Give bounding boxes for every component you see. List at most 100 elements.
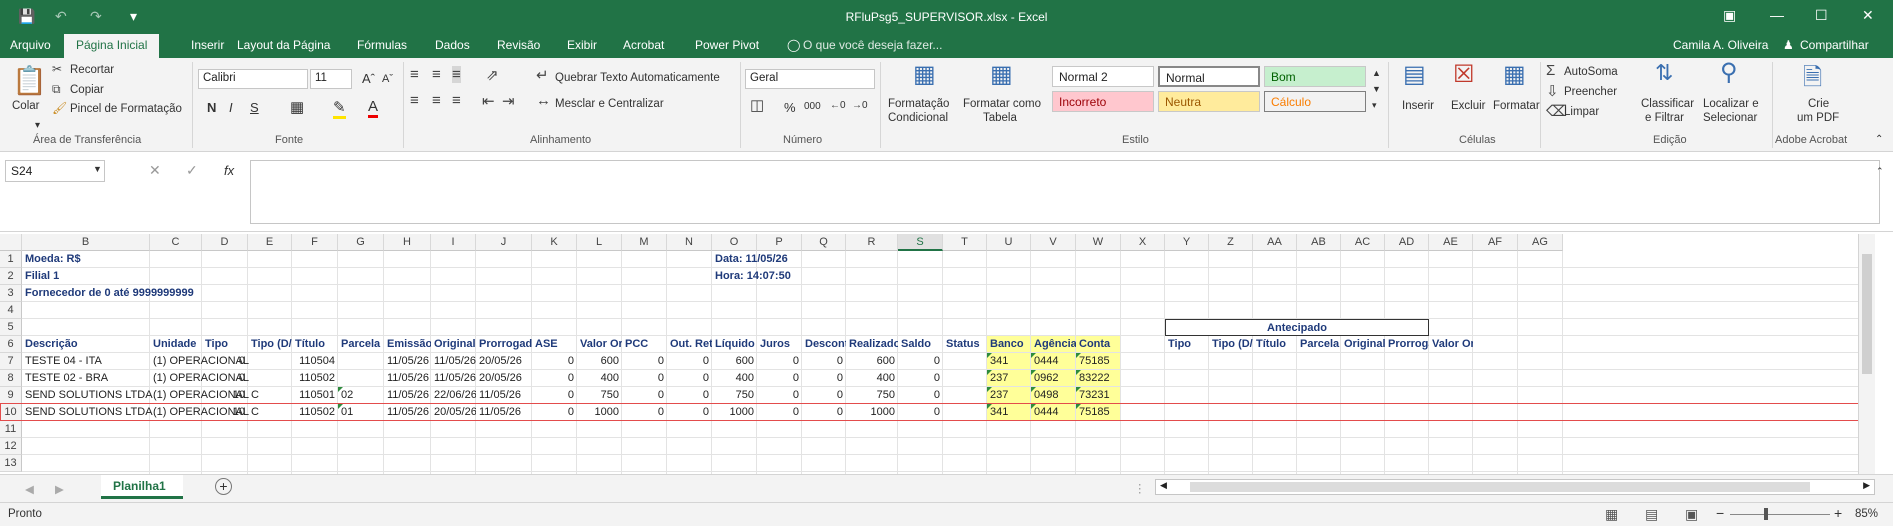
row-header-5[interactable]: 5 xyxy=(0,319,22,336)
table-cell[interactable]: 110501 xyxy=(292,387,338,404)
column-header-m[interactable]: M xyxy=(622,234,667,251)
decrease-decimal-icon[interactable]: →0 xyxy=(852,100,868,111)
table-header[interactable]: Original xyxy=(431,336,476,353)
vertical-scrollbar[interactable] xyxy=(1858,234,1875,474)
create-pdf-icon[interactable]: 🗎 xyxy=(1803,60,1822,101)
font-color-icon[interactable]: A xyxy=(368,98,379,118)
table-cell[interactable]: 0 xyxy=(757,353,802,370)
normal-view-icon[interactable]: ▦ xyxy=(1605,506,1618,523)
column-header-q[interactable]: Q xyxy=(802,234,846,251)
zoom-out-icon[interactable]: − xyxy=(1716,505,1724,521)
row-header-8[interactable]: 8 xyxy=(0,370,22,387)
table-cell[interactable]: 02 xyxy=(338,387,384,404)
table-cell[interactable]: 341 xyxy=(987,353,1031,370)
borders-icon[interactable]: ▦ xyxy=(290,98,304,116)
currency-icon[interactable]: ◫ xyxy=(750,96,764,114)
row-header-1[interactable]: 1 xyxy=(0,251,22,268)
tab-dados[interactable]: Dados xyxy=(435,38,470,52)
antecipado-column-header[interactable]: Original xyxy=(1341,336,1385,353)
table-cell[interactable]: 0 xyxy=(532,370,577,387)
table-header[interactable]: Banco xyxy=(987,336,1031,353)
table-cell[interactable]: 0 xyxy=(622,353,667,370)
table-header[interactable]: ASE xyxy=(532,336,577,353)
conditional-formatting-line2[interactable]: Condicional xyxy=(888,112,948,124)
table-cell[interactable]: 110504 xyxy=(292,353,338,370)
antecipado-column-header[interactable]: Valor Original xyxy=(1429,336,1473,353)
table-cell[interactable] xyxy=(248,353,292,370)
table-cell[interactable] xyxy=(248,370,292,387)
row-header-12[interactable]: 12 xyxy=(0,438,22,455)
table-cell[interactable]: 0 xyxy=(622,387,667,404)
table-cell[interactable]: 83222 xyxy=(1076,370,1121,387)
format-as-table-icon[interactable]: ▦ xyxy=(990,60,1013,89)
table-cell[interactable] xyxy=(943,370,987,387)
table-cell[interactable]: 11/05/26 xyxy=(384,387,431,404)
tab-pagina-inicial[interactable]: Página Inicial xyxy=(64,34,160,58)
column-header-s[interactable]: S xyxy=(898,234,943,251)
table-cell[interactable]: 0 xyxy=(802,370,846,387)
format-painter-button[interactable]: Pincel de Formatação xyxy=(70,103,182,115)
orientation-icon[interactable]: ⇗ xyxy=(486,66,499,84)
column-header-v[interactable]: V xyxy=(1031,234,1076,251)
column-header-ac[interactable]: AC xyxy=(1341,234,1385,251)
table-cell[interactable]: 237 xyxy=(987,387,1031,404)
table-cell[interactable]: 11/05/26 xyxy=(431,370,476,387)
style-good[interactable]: Bom xyxy=(1264,66,1366,87)
column-header-b[interactable]: B xyxy=(22,234,150,251)
scroll-right-icon[interactable]: ▶ xyxy=(1863,480,1870,491)
table-cell[interactable]: 0 xyxy=(898,370,943,387)
worksheet-grid[interactable]: B C D E F G H I J K L M N O P Q R S T U V W X Y Z AA AB AC AD AE AF AG 1… xyxy=(0,234,1875,474)
table-cell[interactable] xyxy=(338,353,384,370)
styles-scroll-up-icon[interactable]: ▲ xyxy=(1372,68,1381,78)
table-cell[interactable]: 0444 xyxy=(1031,353,1076,370)
cancel-icon[interactable]: ✕ xyxy=(149,162,161,179)
insert-function-button[interactable]: fx xyxy=(224,163,234,178)
table-cell[interactable]: 0 xyxy=(898,387,943,404)
table-header[interactable]: Status xyxy=(943,336,987,353)
sheet-tab-planilha1[interactable]: Planilha1 xyxy=(101,475,183,499)
style-bad[interactable]: Incorreto xyxy=(1052,91,1154,112)
table-cell[interactable]: 10 xyxy=(202,387,248,404)
column-header-c[interactable]: C xyxy=(150,234,202,251)
tab-acrobat[interactable]: Acrobat xyxy=(623,38,664,52)
share-button[interactable]: Compartilhar xyxy=(1800,38,1869,52)
table-cell[interactable]: 400 xyxy=(577,370,622,387)
tab-formulas[interactable]: Fórmulas xyxy=(357,38,407,52)
table-cell[interactable]: 400 xyxy=(712,370,757,387)
row-header-7[interactable]: 7 xyxy=(0,353,22,370)
antecipado-column-header[interactable]: Tipo (D/C) xyxy=(1209,336,1253,353)
underline-button[interactable]: S xyxy=(250,100,259,115)
table-header[interactable]: Tipo (D/C) xyxy=(248,336,292,353)
table-cell[interactable]: TESTE 04 - ITA xyxy=(22,353,150,370)
insert-cells-icon[interactable]: ▤ xyxy=(1403,60,1426,89)
antecipado-column-header[interactable]: Prorrogado xyxy=(1385,336,1429,353)
table-cell[interactable]: 600 xyxy=(577,353,622,370)
table-cell[interactable] xyxy=(338,370,384,387)
table-cell[interactable]: 750 xyxy=(577,387,622,404)
select-all-corner[interactable] xyxy=(0,234,22,251)
increase-decimal-icon[interactable]: ←0 xyxy=(830,100,846,111)
grow-font-icon[interactable]: Aˆ xyxy=(362,71,375,86)
tab-split-icon[interactable]: ⋮ xyxy=(1134,481,1146,495)
style-neutral[interactable]: Neutra xyxy=(1158,91,1260,112)
zoom-in-icon[interactable]: + xyxy=(1834,505,1842,521)
column-header-ab[interactable]: AB xyxy=(1297,234,1341,251)
table-cell[interactable]: 400 xyxy=(846,370,898,387)
styles-scroll-down-icon[interactable]: ▼ xyxy=(1372,84,1381,94)
table-cell[interactable]: 11/05/26 xyxy=(384,370,431,387)
table-header[interactable]: Unidade xyxy=(150,336,202,353)
table-cell[interactable]: 0498 xyxy=(1031,387,1076,404)
number-format-select[interactable]: Geral xyxy=(745,69,875,89)
table-cell[interactable]: 20/05/26 xyxy=(476,370,532,387)
table-cell[interactable]: 0 xyxy=(202,353,248,370)
cut-icon[interactable]: ✂ xyxy=(52,62,62,76)
row-header-2[interactable]: 2 xyxy=(0,268,22,285)
table-header[interactable]: Emissão xyxy=(384,336,431,353)
table-cell[interactable]: 0 xyxy=(898,353,943,370)
tab-exibir[interactable]: Exibir xyxy=(567,38,597,52)
table-header[interactable]: Parcela xyxy=(338,336,384,353)
table-header[interactable]: Realizado xyxy=(846,336,898,353)
table-cell[interactable]: (1) OPERACIONAL xyxy=(150,353,249,370)
table-cell[interactable]: 0 xyxy=(802,353,846,370)
format-painter-icon[interactable]: 🖌 xyxy=(52,101,67,115)
